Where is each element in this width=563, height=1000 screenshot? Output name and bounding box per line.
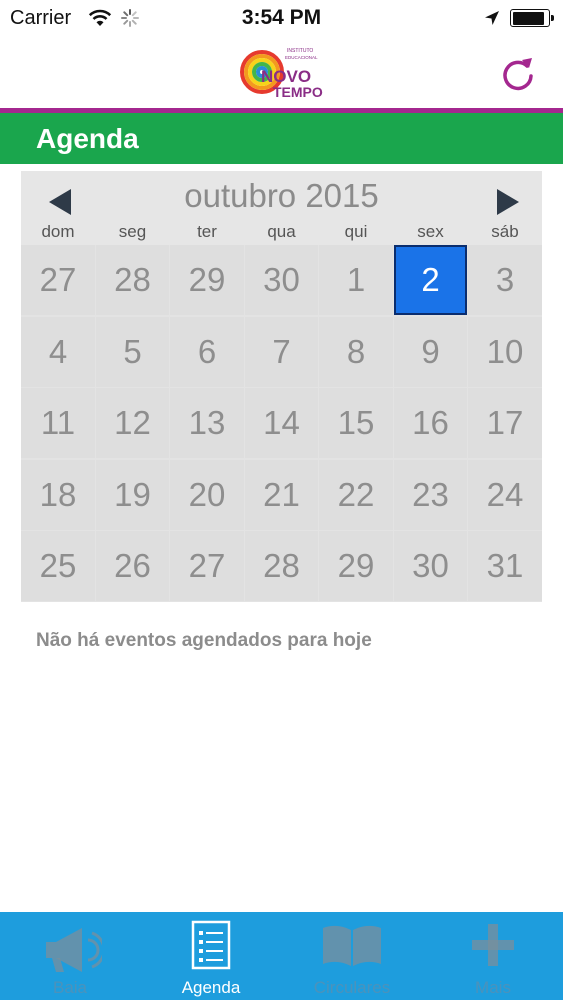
calendar-day[interactable]: 8 [319,317,393,387]
calendar-day[interactable]: 13 [170,388,244,458]
weekday-label: seg [118,222,147,241]
month-title: outubro 2015 [184,177,379,214]
nav-bar: INSTITUTO EDUCACIONAL NOVO TEMPO [0,38,563,108]
battery-icon [510,9,554,27]
tab-baia[interactable]: Baia [0,912,140,1000]
tab-label-circulares: Circulares [313,978,391,997]
tab-bar: Baia Agenda Circulares Mais [0,912,563,1000]
calendar-day[interactable]: 6 [170,317,244,387]
calendar-day[interactable]: 21 [245,460,318,530]
calendar-day[interactable]: 7 [245,317,318,387]
plus-icon [423,920,563,976]
activity-spinner-icon [121,9,139,27]
battery-level [512,11,544,25]
calendar-day[interactable]: 27 [170,531,244,601]
calendar-day[interactable]: 1 [319,245,393,315]
calendar-grid: 27 28 29 30 1 2 3 4 5 6 7 8 9 10 11 12 13 14 15 16 17 18 19 20 2… [21,245,542,602]
calendar-day[interactable]: 26 [96,531,169,601]
calendar-day[interactable]: 3 [468,245,542,315]
calendar-day[interactable]: 25 [21,531,95,601]
calendar-day[interactable]: 12 [96,388,169,458]
carrier-label: Carrier [10,7,72,29]
location-arrow-icon [485,11,499,25]
calendar: outubro 2015 dom seg ter qua qui sex sáb 27 28 2… [21,171,542,602]
calendar-day[interactable]: 29 [170,245,244,315]
calendar-day[interactable]: 30 [245,245,318,315]
calendar-day[interactable]: 4 [21,317,95,387]
calendar-day[interactable]: 16 [394,388,467,458]
calendar-day[interactable]: 27 [21,245,95,315]
calendar-day[interactable]: 9 [394,317,467,387]
status-time: 3:54 PM [241,6,322,29]
calendar-day[interactable]: 28 [245,531,318,601]
calendar-day[interactable]: 11 [21,388,95,458]
tab-label-baia: Baia [52,978,88,997]
weekday-label: dom [41,222,75,241]
calendar-day[interactable]: 17 [468,388,542,458]
calendar-day-selected[interactable]: 2 [394,245,467,315]
calendar-day[interactable]: 30 [394,531,467,601]
calendar-day[interactable]: 22 [319,460,393,530]
weekday-label: sex [417,222,444,241]
tab-label-mais: Mais [475,978,511,997]
tab-circulares[interactable]: Circulares [282,912,422,1000]
calendar-day[interactable]: 28 [96,245,169,315]
tab-agenda[interactable]: Agenda [141,912,281,1000]
refresh-icon[interactable] [497,54,539,96]
calendar-day[interactable]: 18 [21,460,95,530]
weekday-label: qui [344,222,368,241]
tab-mais[interactable]: Mais [423,912,563,1000]
calendar-day[interactable]: 14 [245,388,318,458]
book-icon [282,920,422,976]
calendar-day[interactable]: 23 [394,460,467,530]
calendar-day[interactable]: 15 [319,388,393,458]
calendar-day[interactable]: 5 [96,317,169,387]
wifi-icon [88,9,112,26]
weekday-label: qua [267,222,296,241]
calendar-day[interactable]: 31 [468,531,542,601]
logo-text-educacional: EDUCACIONAL [285,55,318,60]
logo-text-tempo: TEMPO [273,84,323,100]
calendar-day[interactable]: 20 [170,460,244,530]
status-bar: Carrier 3:54 PM [0,0,563,38]
no-events-message: Não há eventos agendados para hoje [36,630,372,651]
calendar-day[interactable]: 24 [468,460,542,530]
megaphone-icon [0,920,140,976]
page-title: Agenda [36,123,139,154]
tab-label-agenda: Agenda [181,978,241,997]
weekday-label: ter [197,222,217,241]
weekday-label: sáb [491,222,519,241]
calendar-header: outubro 2015 dom seg ter qua qui sex sáb [21,171,542,245]
logo-text-instituto: INSTITUTO [287,48,313,54]
calendar-day[interactable]: 29 [319,531,393,601]
calendar-day[interactable]: 19 [96,460,169,530]
next-month-button[interactable] [497,189,519,215]
calendar-day[interactable]: 10 [468,317,542,387]
list-icon [141,920,281,976]
section-header: Agenda [0,113,563,164]
novo-tempo-logo: INSTITUTO EDUCACIONAL NOVO TEMPO [240,48,323,100]
